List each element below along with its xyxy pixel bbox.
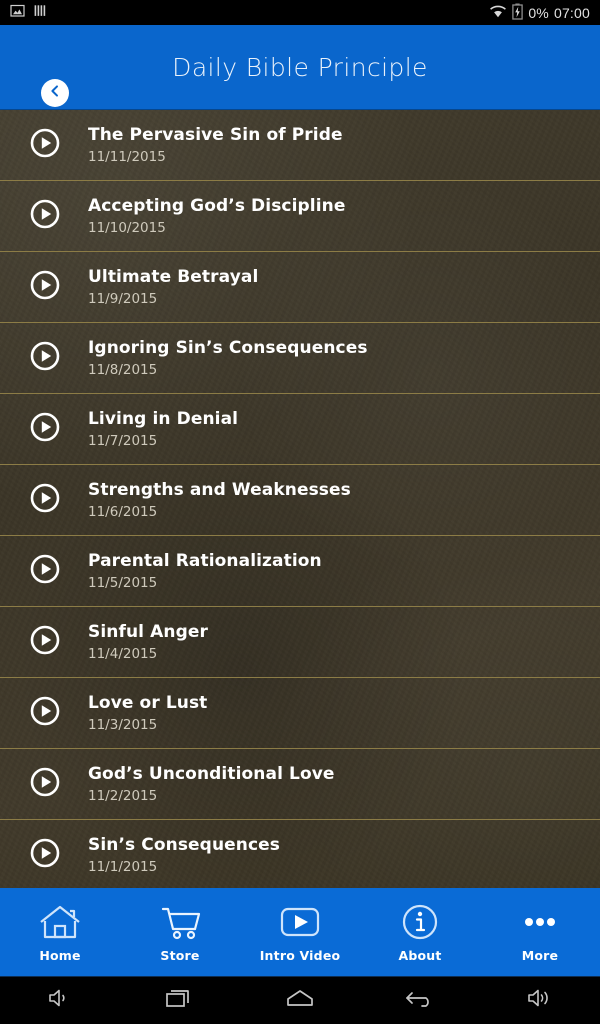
list-item-meta: Ultimate Betrayal 11/9/2015 xyxy=(88,267,258,306)
list-item-meta: Sin’s Consequences 11/1/2015 xyxy=(88,835,280,874)
recents-button[interactable] xyxy=(120,985,240,1016)
play-circle-icon[interactable] xyxy=(30,696,60,731)
principle-list[interactable]: The Pervasive Sin of Pride 11/11/2015 Acce… xyxy=(0,110,600,888)
list-item-date: 11/10/2015 xyxy=(88,219,166,236)
list-item-title: The Pervasive Sin of Pride xyxy=(88,125,343,146)
app-title-bar: Daily Bible Principle xyxy=(0,25,600,110)
list-item-meta: God’s Unconditional Love 11/2/2015 xyxy=(88,764,335,803)
nav-label-home: Home xyxy=(39,947,81,963)
nav-item-intro-video[interactable]: Intro Video xyxy=(240,888,360,976)
wifi-icon xyxy=(489,4,507,22)
back-button[interactable] xyxy=(41,79,69,107)
nav-item-more[interactable]: More xyxy=(480,888,600,976)
back-icon xyxy=(403,985,437,1016)
clock-label: 07:00 xyxy=(553,4,590,21)
status-bar-left-icons xyxy=(10,3,47,23)
play-circle-icon[interactable] xyxy=(30,270,60,305)
nav-label-store: Store xyxy=(160,947,200,963)
recents-icon xyxy=(164,985,196,1016)
list-item-title: Living in Denial xyxy=(88,409,239,430)
table-row[interactable]: God’s Unconditional Love 11/2/2015 xyxy=(0,749,600,820)
nav-label-more: More xyxy=(521,947,559,963)
table-row[interactable]: Sinful Anger 11/4/2015 xyxy=(0,607,600,678)
list-item-title: Sinful Anger xyxy=(88,622,208,643)
play-circle-icon[interactable] xyxy=(30,554,60,589)
home-icon xyxy=(37,902,83,942)
volume-down-button[interactable] xyxy=(0,985,120,1016)
list-item-date: 11/5/2015 xyxy=(88,574,158,591)
nav-item-home[interactable]: Home xyxy=(0,888,120,976)
nav-item-store[interactable]: Store xyxy=(120,888,240,976)
list-item-title: Accepting God’s Discipline xyxy=(88,196,346,217)
equalizer-bars-icon xyxy=(34,3,47,23)
table-row[interactable]: Love or Lust 11/3/2015 xyxy=(0,678,600,749)
battery-percent-label: 0% xyxy=(528,4,549,21)
play-circle-icon[interactable] xyxy=(30,483,60,518)
list-item-meta: Ignoring Sin’s Consequences 11/8/2015 xyxy=(88,338,368,377)
list-item-title: Sin’s Consequences xyxy=(88,835,281,856)
list-item-title: Parental Rationalization xyxy=(88,551,322,572)
table-row[interactable]: Strengths and Weaknesses 11/6/2015 xyxy=(0,465,600,536)
list-item-date: 11/6/2015 xyxy=(88,503,158,520)
play-circle-icon[interactable] xyxy=(30,128,60,163)
list-item-meta: The Pervasive Sin of Pride 11/11/2015 xyxy=(88,125,343,164)
nav-item-about[interactable]: About xyxy=(360,888,480,976)
bottom-navigation-bar: Home Store Intro Video About More xyxy=(0,888,600,976)
list-item-meta: Living in Denial 11/7/2015 xyxy=(88,409,238,448)
play-circle-icon[interactable] xyxy=(30,341,60,376)
list-item-date: 11/7/2015 xyxy=(88,432,158,449)
android-status-bar: 0% 07:00 xyxy=(0,0,600,25)
android-system-nav xyxy=(0,976,600,1024)
list-item-title: God’s Unconditional Love xyxy=(88,764,335,785)
table-row[interactable]: The Pervasive Sin of Pride 11/11/2015 xyxy=(0,110,600,181)
status-bar-right: 0% 07:00 xyxy=(489,3,590,23)
play-circle-icon[interactable] xyxy=(30,767,60,802)
table-row[interactable]: Parental Rationalization 11/5/2015 xyxy=(0,536,600,607)
list-item-title: Ultimate Betrayal xyxy=(88,267,259,288)
screenshot-icon xyxy=(10,3,25,23)
table-row[interactable]: Living in Denial 11/7/2015 xyxy=(0,394,600,465)
ellipsis-icon xyxy=(517,902,563,942)
table-row[interactable]: Accepting God’s Discipline 11/10/2015 xyxy=(0,181,600,252)
list-item-date: 11/9/2015 xyxy=(88,290,158,307)
list-item-meta: Parental Rationalization 11/5/2015 xyxy=(88,551,322,590)
info-circle-icon xyxy=(397,902,443,942)
page-title: Daily Bible Principle xyxy=(172,52,428,82)
chevron-left-icon xyxy=(48,84,62,103)
home-icon xyxy=(282,985,318,1016)
nav-label-about: About xyxy=(398,947,442,963)
volume-down-icon xyxy=(45,985,75,1016)
play-circle-icon[interactable] xyxy=(30,625,60,660)
list-item-date: 11/1/2015 xyxy=(88,858,158,875)
home-button[interactable] xyxy=(240,985,360,1016)
list-item-title: Love or Lust xyxy=(88,693,208,714)
volume-up-icon xyxy=(524,985,556,1016)
list-item-date: 11/3/2015 xyxy=(88,716,158,733)
list-item-date: 11/2/2015 xyxy=(88,787,158,804)
back-button[interactable] xyxy=(360,985,480,1016)
list-item-title: Ignoring Sin’s Consequences xyxy=(88,338,368,359)
play-circle-icon[interactable] xyxy=(30,412,60,447)
list-item-meta: Love or Lust 11/3/2015 xyxy=(88,693,207,732)
list-item-title: Strengths and Weaknesses xyxy=(88,480,351,501)
play-circle-icon[interactable] xyxy=(30,199,60,234)
device-screen: 0% 07:00 Daily Bible Principle The Perva… xyxy=(0,0,600,1024)
play-circle-icon[interactable] xyxy=(30,838,60,873)
list-item-date: 11/8/2015 xyxy=(88,361,158,378)
list-item-meta: Sinful Anger 11/4/2015 xyxy=(88,622,208,661)
list-item-date: 11/11/2015 xyxy=(88,148,166,165)
list-item-date: 11/4/2015 xyxy=(88,645,158,662)
table-row[interactable]: Sin’s Consequences 11/1/2015 xyxy=(0,820,600,888)
battery-charging-icon xyxy=(512,3,524,23)
table-row[interactable]: Ultimate Betrayal 11/9/2015 xyxy=(0,252,600,323)
shopping-cart-icon xyxy=(157,902,203,942)
table-row[interactable]: Ignoring Sin’s Consequences 11/8/2015 xyxy=(0,323,600,394)
nav-label-intro-video: Intro Video xyxy=(259,947,341,963)
list-item-meta: Strengths and Weaknesses 11/6/2015 xyxy=(88,480,351,519)
video-play-icon xyxy=(276,902,324,942)
volume-up-button[interactable] xyxy=(480,985,600,1016)
list-item-meta: Accepting God’s Discipline 11/10/2015 xyxy=(88,196,345,235)
